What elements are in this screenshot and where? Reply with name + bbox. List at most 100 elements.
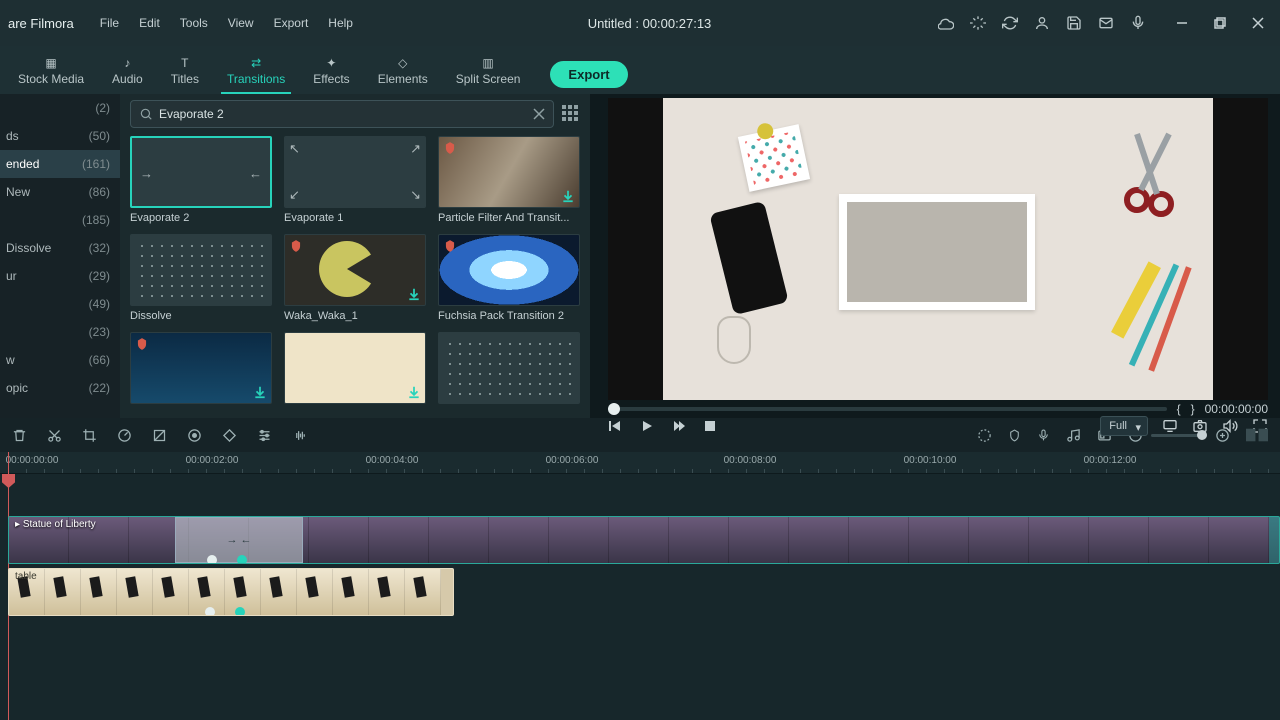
category-row[interactable]: Dissolve(32)	[0, 234, 120, 262]
category-row[interactable]: New(86)	[0, 178, 120, 206]
transition-thumb[interactable]: ↖↗↙↘Evaporate 1	[284, 136, 426, 224]
thumb-label: Particle Filter And Transit...	[438, 212, 580, 224]
ruler-label: 00:00:12:00	[1084, 455, 1137, 466]
tab-label: Audio	[112, 72, 143, 86]
preview-time: 00:00:00:00	[1205, 402, 1268, 416]
sparkle-icon[interactable]	[970, 15, 986, 31]
minimize-button[interactable]	[1168, 9, 1196, 37]
premium-badge-icon	[289, 239, 303, 253]
category-row[interactable]: (185)	[0, 206, 120, 234]
tab-stock-media[interactable]: ▦Stock Media	[4, 50, 98, 94]
premium-badge-icon	[135, 337, 149, 351]
render-icon[interactable]	[977, 428, 992, 443]
menu-view[interactable]: View	[220, 12, 262, 34]
bracket-in[interactable]: {	[1177, 402, 1181, 416]
timeline-ruler[interactable]: 00:00:00:00 00:00:02:00 00:00:04:00 00:00:0…	[0, 452, 1280, 474]
category-row[interactable]: ended(161)	[0, 150, 120, 178]
tab-split-screen[interactable]: ▥Split Screen	[442, 50, 535, 94]
cut-icon[interactable]	[47, 428, 62, 443]
record-icon[interactable]	[187, 428, 202, 443]
menu-tools[interactable]: Tools	[172, 12, 216, 34]
clip-table[interactable]: table	[8, 568, 454, 616]
premium-badge-icon	[443, 141, 457, 155]
audio-wave-icon[interactable]	[292, 428, 309, 443]
play-all-button[interactable]	[672, 419, 686, 433]
search-input[interactable]	[159, 107, 527, 121]
mic-icon[interactable]	[1130, 15, 1146, 31]
category-row[interactable]: w(66)	[0, 346, 120, 374]
close-button[interactable]	[1244, 9, 1272, 37]
premium-badge-icon	[443, 239, 457, 253]
refresh-icon[interactable]	[1002, 15, 1018, 31]
menu-file[interactable]: File	[92, 12, 127, 34]
ruler-label: 00:00:08:00	[724, 455, 777, 466]
tab-titles[interactable]: TTitles	[157, 50, 213, 94]
prev-frame-button[interactable]	[608, 419, 622, 433]
preview-scrubber[interactable]	[608, 407, 1167, 411]
transition-thumb[interactable]: Fuchsia Pack Transition 2	[438, 234, 580, 322]
menu-help[interactable]: Help	[320, 12, 361, 34]
category-row[interactable]: opic(22)	[0, 374, 120, 402]
tab-label: Effects	[313, 72, 349, 86]
transition-thumb[interactable]: →←Evaporate 2	[130, 136, 272, 224]
tab-audio[interactable]: ♪Audio	[98, 50, 157, 94]
transition-thumb[interactable]	[284, 332, 426, 408]
tab-transitions[interactable]: ⇄Transitions	[213, 50, 299, 94]
fit-timeline-icon[interactable]	[1246, 427, 1268, 443]
stop-button[interactable]	[704, 420, 716, 432]
marker-icon[interactable]	[1008, 428, 1021, 443]
crop-icon[interactable]	[82, 428, 97, 443]
zoom-in-icon[interactable]	[1215, 428, 1230, 443]
transition-thumb[interactable]: Dissolve	[130, 234, 272, 322]
tab-label: Transitions	[227, 72, 285, 86]
ruler-label: 00:00:02:00	[186, 455, 239, 466]
category-row[interactable]: (49)	[0, 290, 120, 318]
menu-export[interactable]: Export	[266, 12, 317, 34]
export-button[interactable]: Export	[550, 61, 627, 88]
clear-search-icon[interactable]	[533, 108, 545, 120]
mail-icon[interactable]	[1098, 15, 1114, 31]
download-icon	[561, 189, 575, 203]
voiceover-icon[interactable]	[1037, 428, 1050, 443]
download-icon	[407, 287, 421, 301]
ruler-label: 00:00:04:00	[366, 455, 419, 466]
ruler-label: 00:00:10:00	[904, 455, 957, 466]
clip-label: table	[15, 571, 37, 582]
clip-statue-of-liberty[interactable]: Statue of Liberty Freeze Frame → ←	[8, 516, 1280, 564]
preview-quality-select[interactable]: Full▾	[1100, 416, 1148, 436]
transition-thumb[interactable]: Waka_Waka_1	[284, 234, 426, 322]
grid-view-icon[interactable]	[562, 105, 580, 123]
tab-elements[interactable]: ◇Elements	[364, 50, 442, 94]
preview-canvas[interactable]	[608, 98, 1268, 400]
transition-thumb[interactable]	[130, 332, 272, 408]
bracket-out[interactable]: }	[1191, 402, 1195, 416]
save-icon[interactable]	[1066, 15, 1082, 31]
category-row[interactable]: (2)	[0, 94, 120, 122]
search-box[interactable]	[130, 100, 554, 128]
video-track-1[interactable]: Statue of Liberty Freeze Frame → ←	[0, 516, 1280, 564]
color-icon[interactable]	[152, 428, 167, 443]
tab-effects[interactable]: ✦Effects	[299, 50, 363, 94]
adjust-icon[interactable]	[257, 428, 272, 443]
play-button[interactable]	[640, 419, 654, 433]
transition-thumb[interactable]	[438, 332, 580, 408]
keyframe-icon[interactable]	[222, 428, 237, 443]
category-row[interactable]: (23)	[0, 318, 120, 346]
maximize-button[interactable]	[1206, 9, 1234, 37]
speed-icon[interactable]	[117, 428, 132, 443]
video-track-2[interactable]: table	[0, 568, 1280, 616]
category-row[interactable]: ur(29)	[0, 262, 120, 290]
ruler-label: 00:00:00:00	[6, 455, 59, 466]
user-icon[interactable]	[1034, 15, 1050, 31]
cloud-icon[interactable]	[938, 15, 954, 31]
timeline[interactable]: 00:00:00:00 00:00:02:00 00:00:04:00 00:00:0…	[0, 452, 1280, 720]
thumb-label: Fuchsia Pack Transition 2	[438, 310, 580, 322]
mixer-icon[interactable]	[1066, 428, 1081, 443]
delete-icon[interactable]	[12, 428, 27, 443]
zoom-slider[interactable]	[1151, 434, 1207, 437]
category-row[interactable]: ds(50)	[0, 122, 120, 150]
tab-label: Split Screen	[456, 72, 521, 86]
transition-thumb[interactable]: Particle Filter And Transit...	[438, 136, 580, 224]
app-name: are Filmora	[8, 16, 74, 31]
menu-edit[interactable]: Edit	[131, 12, 168, 34]
